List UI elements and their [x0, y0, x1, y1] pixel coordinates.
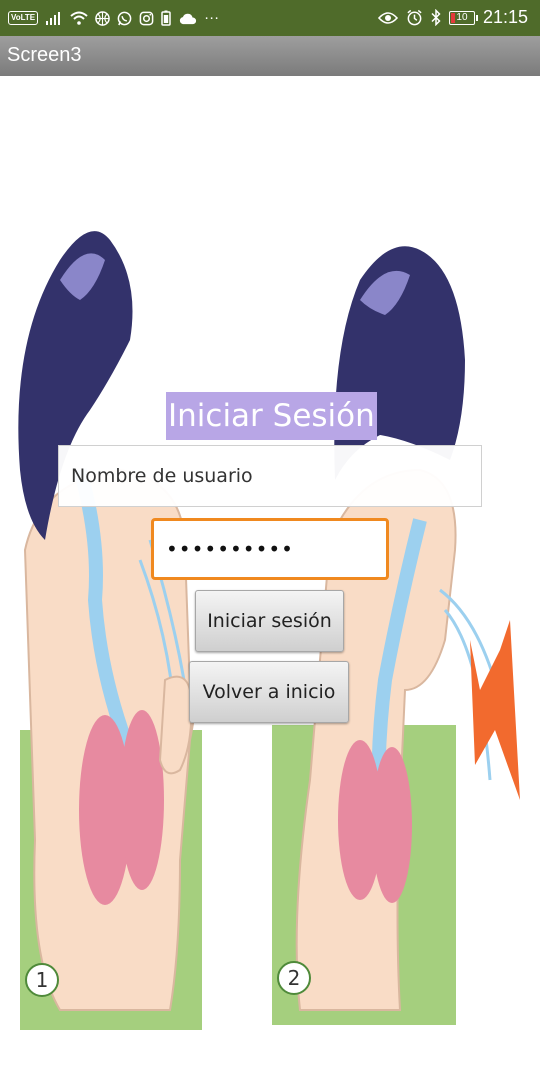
login-form: Iniciar Sesión Iniciar sesión Volver a i…: [0, 0, 540, 1080]
password-field[interactable]: [151, 518, 389, 580]
back-to-home-button[interactable]: Volver a inicio: [189, 661, 349, 723]
login-button[interactable]: Iniciar sesión: [195, 590, 344, 652]
username-field[interactable]: [58, 445, 482, 507]
page-title: Iniciar Sesión: [166, 392, 377, 440]
